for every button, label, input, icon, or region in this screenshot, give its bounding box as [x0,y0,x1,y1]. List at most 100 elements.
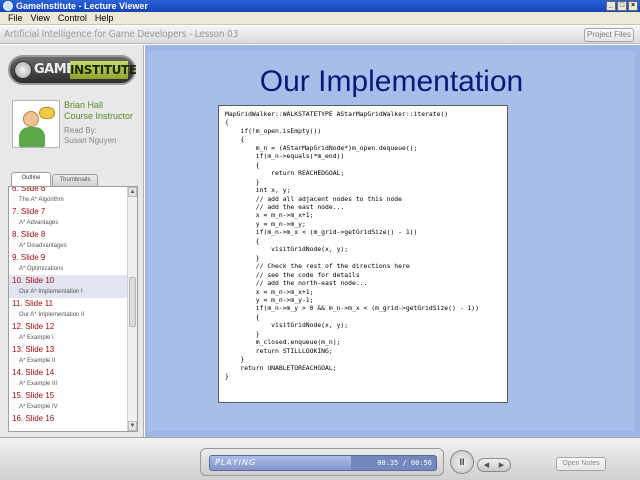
outline-list: 6. Slide 6 The A* Algorithm 7. Slide 7 A* A… [9,187,127,424]
outline-slide-subtitle[interactable]: Our A* Implementation I [9,286,127,298]
code-line: // see the code for details [225,270,360,279]
code-line: } [225,329,260,338]
code-line: } [225,372,229,381]
logo-text-game: GAME [34,62,75,77]
code-line: visitGridNode(x, y); [225,321,349,330]
code-line: } [225,355,245,364]
outline-slide-subtitle[interactable]: A* Example III [9,378,127,390]
player-bar: PLAYING 00:35 / 00:56 II ◀ ▶ Open Notes [0,437,640,480]
code-line: y = m_n->m_y-1; [225,295,314,304]
code-line: { [225,160,260,169]
code-line: if(m_n->m_y > 0 && m_n->m_x < (m_grid->g… [225,304,479,313]
outline-slide-item[interactable]: 15. Slide 15 [9,390,127,401]
menu-control[interactable]: Control [54,12,91,24]
outline-slide-subtitle[interactable]: A* Disadvantages [9,240,127,252]
outline-slide-subtitle[interactable]: A* Example IV [9,401,127,413]
slide: Our Implementation MapGridWalker::WALKST… [148,51,635,431]
outline-slide-item[interactable]: 6. Slide 6 [9,187,127,194]
slide-nav-buttons: ◀ ▶ [477,458,511,472]
code-line: m_closed.enqueue(m_n); [225,338,341,347]
app-icon [3,1,13,11]
instructor-name: Brian Hall [64,100,104,110]
outline-panel: 6. Slide 6 The A* Algorithm 7. Slide 7 A* A… [8,186,138,432]
slide-title: Our Implementation [259,65,524,98]
instructor-avatar-icon [12,100,60,148]
player-track: PLAYING 00:35 / 00:56 [200,448,444,476]
scroll-thumb[interactable] [129,277,136,327]
logo-text-institute: INSTITUTE [70,61,137,79]
outline-slide-subtitle[interactable]: Our A* Implementation II [9,309,127,321]
code-line: return UNABLETOREACHGOAL; [225,363,337,372]
code-line: m_n = (AStarMapGridNode*)m_open.dequeue(… [225,143,418,152]
code-line: { [225,312,260,321]
outline-slide-subtitle[interactable]: A* Advantages [9,217,127,229]
code-line: // add the north-east node... [225,279,368,288]
logo-emblem-icon [14,61,32,79]
window-title: GameInstitute - Lecture Viewer [16,1,148,11]
menu-bar: File View Control Help [0,12,640,25]
outline-slide-subtitle[interactable]: A* Example I [9,332,127,344]
outline-slide-item[interactable]: 16. Slide 16 [9,413,127,424]
outline-slide-item[interactable]: 12. Slide 12 [9,321,127,332]
game-institute-logo: GAME INSTITUTE [8,55,137,85]
tab-outline[interactable]: Outline [11,172,51,186]
read-by-name: Susan Nguyen [64,136,117,145]
outline-slide-subtitle[interactable]: A* Optimizations [9,263,127,275]
window-title-bar[interactable]: GameInstitute - Lecture Viewer _ □ × [0,0,640,12]
outline-slide-item[interactable]: 9. Slide 9 [9,252,127,263]
menu-file[interactable]: File [4,12,27,24]
maximize-button[interactable]: □ [617,1,627,11]
outline-slide-subtitle[interactable]: A* Example II [9,355,127,367]
code-line: { [225,135,245,144]
window-controls: _ □ × [606,1,638,11]
code-line: y = m_n->m_y; [225,219,306,228]
code-line: return STILLLOOKING; [225,346,333,355]
instructor-role: Course Instructor [64,111,134,121]
outline-scrollbar[interactable]: ▲ ▼ [127,187,137,431]
left-panel: GAME INSTITUTE Brian Hall Course Instruc… [0,45,144,437]
minimize-button[interactable]: _ [606,1,616,11]
code-listing: MapGridWalker::WALKSTATETYPE AStarMapGri… [218,105,508,403]
code-line: { [225,118,229,127]
playback-status: PLAYING [215,458,257,467]
code-line: MapGridWalker::WALKSTATETYPE AStarMapGri… [225,110,449,118]
progress-bar[interactable]: PLAYING 00:35 / 00:56 [209,455,437,471]
lesson-header: Artificial Intelligence for Game Develop… [0,26,640,44]
outline-slide-item[interactable]: 7. Slide 7 [9,206,127,217]
scroll-down-arrow-icon[interactable]: ▼ [128,421,137,431]
code-line: } [225,177,260,186]
project-files-button[interactable]: Project Files [584,28,634,42]
menu-help[interactable]: Help [91,12,118,24]
code-line: // Check the rest of the directions here [225,262,410,271]
previous-slide-button[interactable]: ◀ [479,460,494,471]
outline-slide-item[interactable]: 8. Slide 8 [9,229,127,240]
lesson-title: Artificial Intelligence for Game Develop… [4,29,239,40]
open-notes-button[interactable]: Open Notes [556,457,606,471]
outline-slide-item[interactable]: 10. Slide 10 [9,275,127,286]
code-line: x = m_n->m_x+1; [225,287,314,296]
code-line: // add the east node... [225,202,345,211]
outline-slide-item[interactable]: 13. Slide 13 [9,344,127,355]
menu-view[interactable]: View [27,12,54,24]
code-line: // add all adjacent nodes to this node [225,194,402,203]
code-line: visitGridNode(x, y); [225,245,349,254]
slide-viewport: Our Implementation MapGridWalker::WALKST… [145,45,640,437]
close-button[interactable]: × [628,1,638,11]
scroll-up-arrow-icon[interactable]: ▲ [128,187,137,197]
pause-button[interactable]: II [450,450,474,474]
outline-slide-item[interactable]: 11. Slide 11 [9,298,127,309]
tab-thumbnails[interactable]: Thumbnails [52,174,98,186]
code-line: if(m_n->equals(*m_end)) [225,152,345,161]
code-line: int x, y; [225,186,291,195]
next-slide-button[interactable]: ▶ [494,460,509,471]
code-line: if(!m_open.isEmpty()) [225,126,322,135]
outline-slide-item[interactable]: 14. Slide 14 [9,367,127,378]
code-line: return REACHEDGOAL; [225,169,345,178]
outline-tabs: Outline Thumbnails [8,172,136,186]
code-line: if(m_n->m_x < (m_grid->getGridSize() - 1… [225,228,418,237]
read-by-label: Read By: [64,126,97,135]
code-line: { [225,236,260,245]
outline-slide-subtitle[interactable]: The A* Algorithm [9,194,127,206]
code-line: } [225,253,260,262]
code-line: x = m_n->m_x+1; [225,211,314,220]
